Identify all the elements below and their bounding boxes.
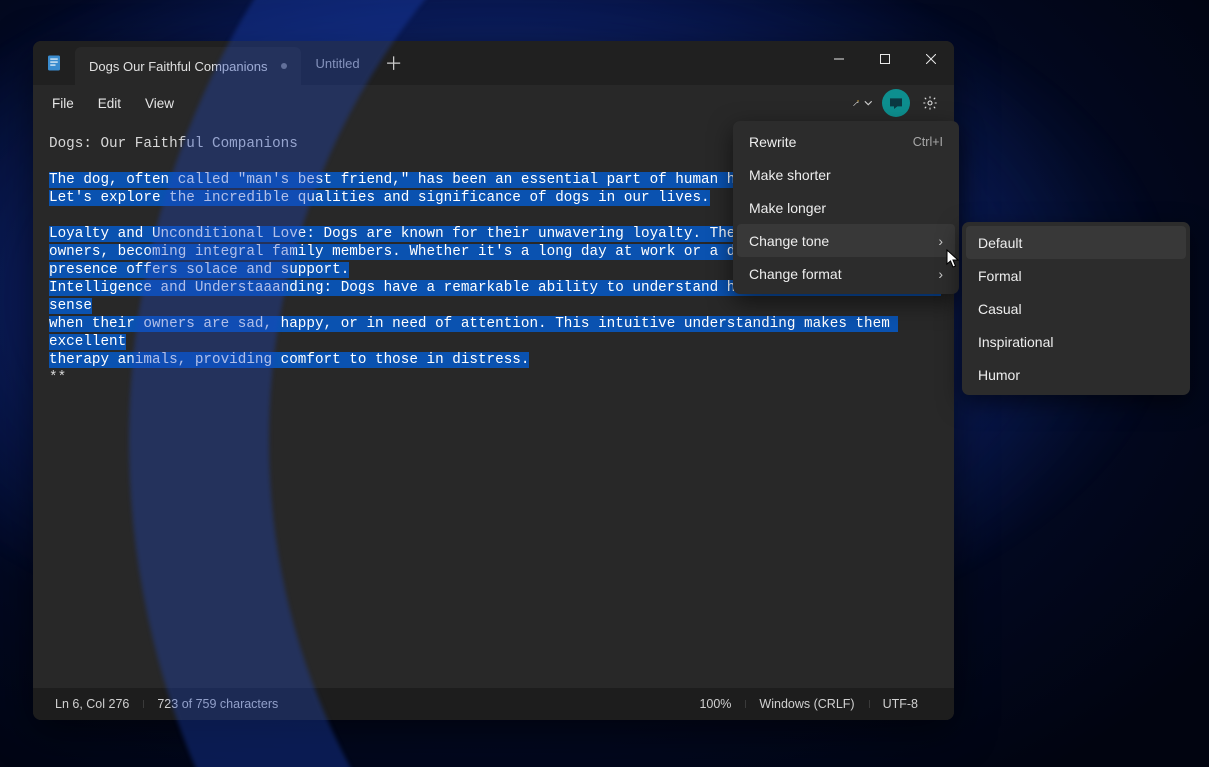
status-encoding[interactable]: UTF-8 <box>869 697 932 711</box>
chevron-right-icon: › <box>938 266 943 282</box>
tab-title: Untitled <box>315 56 359 71</box>
tone-option-default[interactable]: Default <box>966 226 1186 259</box>
titlebar: Dogs Our Faithful Companions Untitled ＋ <box>33 41 954 85</box>
menu-view[interactable]: View <box>134 92 185 115</box>
chevron-right-icon: › <box>938 233 943 249</box>
menu-item-label: Humor <box>978 367 1020 383</box>
menu-item-change-tone[interactable]: Change tone › <box>737 224 955 257</box>
menu-item-change-format[interactable]: Change format › <box>737 257 955 290</box>
copilot-button[interactable] <box>882 89 910 117</box>
unsaved-indicator-icon <box>281 63 287 69</box>
tone-option-formal[interactable]: Formal <box>966 259 1186 292</box>
change-tone-submenu: Default Formal Casual Inspirational Humo… <box>962 222 1190 395</box>
new-tab-button[interactable]: ＋ <box>374 41 414 85</box>
tab-active[interactable]: Dogs Our Faithful Companions <box>75 47 301 85</box>
menu-item-label: Change tone <box>749 233 829 249</box>
settings-button[interactable] <box>914 88 946 118</box>
menu-item-label: Make shorter <box>749 167 831 183</box>
menu-edit[interactable]: Edit <box>87 92 132 115</box>
ai-rewrite-button[interactable] <box>846 88 878 118</box>
menu-item-label: Make longer <box>749 200 826 216</box>
menu-item-label: Casual <box>978 301 1022 317</box>
doc-title: Dogs: Our Faithful Companions <box>49 136 298 152</box>
status-zoom[interactable]: 100% <box>699 697 745 711</box>
menu-item-label: Default <box>978 235 1022 251</box>
menu-item-rewrite[interactable]: Rewrite Ctrl+I <box>737 125 955 158</box>
tone-option-humor[interactable]: Humor <box>966 358 1186 391</box>
selected-text: when their owners are sad, happy, or in … <box>49 316 898 350</box>
menu-item-make-longer[interactable]: Make longer <box>737 191 955 224</box>
tab-inactive[interactable]: Untitled <box>301 41 373 85</box>
statusbar: Ln 6, Col 276 723 of 759 characters 100%… <box>33 688 954 720</box>
tab-title: Dogs Our Faithful Companions <box>89 59 267 74</box>
selected-text: presence offers solace and support. <box>49 262 349 278</box>
menu-file[interactable]: File <box>41 92 85 115</box>
tone-option-inspirational[interactable]: Inspirational <box>966 325 1186 358</box>
close-button[interactable] <box>908 41 954 77</box>
ai-context-menu: Rewrite Ctrl+I Make shorter Make longer … <box>733 121 959 294</box>
status-chars: 723 of 759 characters <box>143 697 292 711</box>
selected-text: owners, becoming integral family members… <box>49 244 787 260</box>
selected-text: Let's explore the incredible qualities a… <box>49 190 710 206</box>
selected-text: therapy animals, providing comfort to th… <box>49 352 529 368</box>
app-icon <box>33 41 75 85</box>
menu-item-label: Formal <box>978 268 1022 284</box>
menu-item-label: Inspirational <box>978 334 1054 350</box>
menu-item-label: Rewrite <box>749 134 796 150</box>
status-position: Ln 6, Col 276 <box>55 697 143 711</box>
minimize-button[interactable] <box>816 41 862 77</box>
menu-item-label: Change format <box>749 266 842 282</box>
doc-text: ** <box>49 370 66 386</box>
maximize-button[interactable] <box>862 41 908 77</box>
tone-option-casual[interactable]: Casual <box>966 292 1186 325</box>
menu-item-shortcut: Ctrl+I <box>913 135 943 149</box>
window-controls <box>816 41 954 85</box>
selected-text: Loyalty and Unconditional Love: Dogs are… <box>49 226 787 242</box>
menubar: File Edit View <box>33 85 954 121</box>
selected-text: The dog, often called "man's best friend… <box>49 172 787 188</box>
menu-item-make-shorter[interactable]: Make shorter <box>737 158 955 191</box>
status-eol[interactable]: Windows (CRLF) <box>745 697 868 711</box>
